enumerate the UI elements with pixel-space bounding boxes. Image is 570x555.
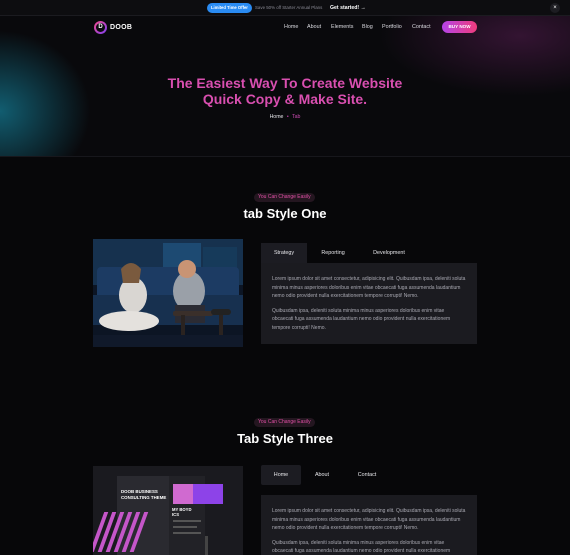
promo-badge[interactable]: Limited Time Offer — [207, 3, 252, 13]
close-icon[interactable]: × — [550, 3, 560, 13]
tab-content-one: Lorem ipsum dolor sit amet consectetur, … — [261, 263, 477, 344]
section-one-title: tab Style One — [243, 206, 327, 221]
tab-home[interactable]: Home — [261, 465, 301, 485]
tab-three-paragraph-1: Lorem ipsum dolor sit amet consectetur, … — [272, 508, 466, 531]
mockup-illustration — [93, 466, 243, 555]
logo[interactable]: D DOOB — [94, 21, 132, 34]
nav-home[interactable]: Home — [284, 24, 298, 31]
tab-contact[interactable]: Contact — [345, 465, 389, 485]
nav-portfolio[interactable]: Portfolio — [382, 24, 402, 31]
business-theme-mockup: DOOB BUSINESS CONSULTING THEME MY BOYD I… — [93, 466, 243, 555]
mockup-text-2: CONSULTING THEME — [121, 495, 167, 500]
tab-three-paragraph-2: Quibusdam ipsa, deleniti soluta minima m… — [272, 539, 451, 555]
mockup-text-4: ICS — [172, 512, 179, 517]
breadcrumb: Home • Tab — [0, 114, 570, 121]
nav-about[interactable]: About — [307, 24, 321, 31]
hero-title-line2: Quick Copy & Make Site. — [202, 91, 368, 107]
couple-gaming-photo — [93, 239, 243, 347]
mockup-text-1: DOOB BUSINESS — [121, 489, 158, 494]
logo-text: DOOB — [110, 24, 133, 31]
tab-about[interactable]: About — [301, 465, 343, 485]
breadcrumb-separator: • — [286, 114, 289, 120]
breadcrumb-home[interactable]: Home — [270, 114, 284, 120]
tab-strategy[interactable]: Strategy — [261, 243, 307, 263]
nav-contact[interactable]: Contact — [412, 24, 431, 31]
tab-reporting[interactable]: Reporting — [307, 243, 359, 263]
tab-bar-one: Strategy Reporting Development — [261, 243, 477, 263]
nav-elements[interactable]: Elements — [331, 24, 353, 31]
tab-development[interactable]: Development — [359, 243, 419, 263]
section-three-pill: You Can Change Easily — [254, 418, 315, 427]
buy-now-button[interactable]: BUY NOW — [442, 21, 477, 33]
breadcrumb-current: Tab — [292, 114, 301, 120]
nav-blog[interactable]: Blog — [362, 24, 373, 31]
tab-one-paragraph-1: Lorem ipsum dolor sit amet consectetur, … — [272, 276, 466, 299]
photo-illustration — [93, 239, 243, 347]
hero-divider — [0, 156, 570, 157]
tab-one-paragraph-2: Quibusdam ipsa, deleniti soluta minima m… — [272, 307, 451, 331]
tab-content-three: Lorem ipsum dolor sit amet consectetur, … — [261, 495, 477, 555]
promo-get-started-link[interactable]: Get started! → — [330, 3, 366, 13]
promo-bar: Limited Time Offer Save 50% off Starter … — [0, 0, 570, 16]
hero-title-line1: The Easiest Way To Create Website — [167, 75, 403, 91]
logo-icon: D — [94, 21, 107, 34]
section-three-title: Tab Style Three — [237, 431, 333, 446]
tab-bar-three: Home About Contact — [261, 465, 477, 485]
section-one-pill: You Can Change Easily — [254, 193, 315, 202]
promo-text: Save 50% off Starter Annual Plans — [255, 5, 323, 10]
